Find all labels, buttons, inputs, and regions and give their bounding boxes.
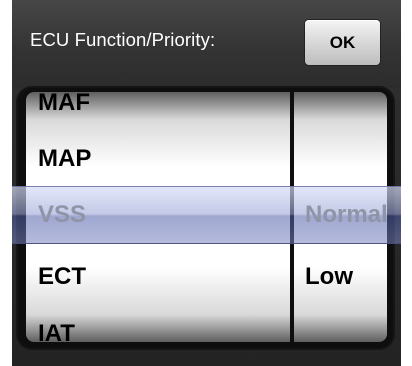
function-wheel[interactable]: MAF MAP ECT IAT (26, 92, 290, 342)
priority-wheel[interactable]: Low (294, 92, 387, 342)
ok-button[interactable]: OK (305, 20, 380, 65)
priority-option-low[interactable]: Low (305, 263, 353, 291)
ecu-picker-screen: ECU Function/Priority: OK MAF MAP ECT IA… (12, 0, 401, 366)
function-option-map[interactable]: MAP (38, 145, 91, 173)
picker-view[interactable]: MAF MAP ECT IAT Low (18, 88, 393, 348)
function-option-maf[interactable]: MAF (38, 92, 90, 117)
toolbar-title: ECU Function/Priority: (30, 29, 216, 50)
function-option-iat[interactable]: IAT (38, 320, 75, 342)
toolbar: ECU Function/Priority: OK (12, 0, 401, 89)
function-option-ect[interactable]: ECT (38, 263, 86, 291)
